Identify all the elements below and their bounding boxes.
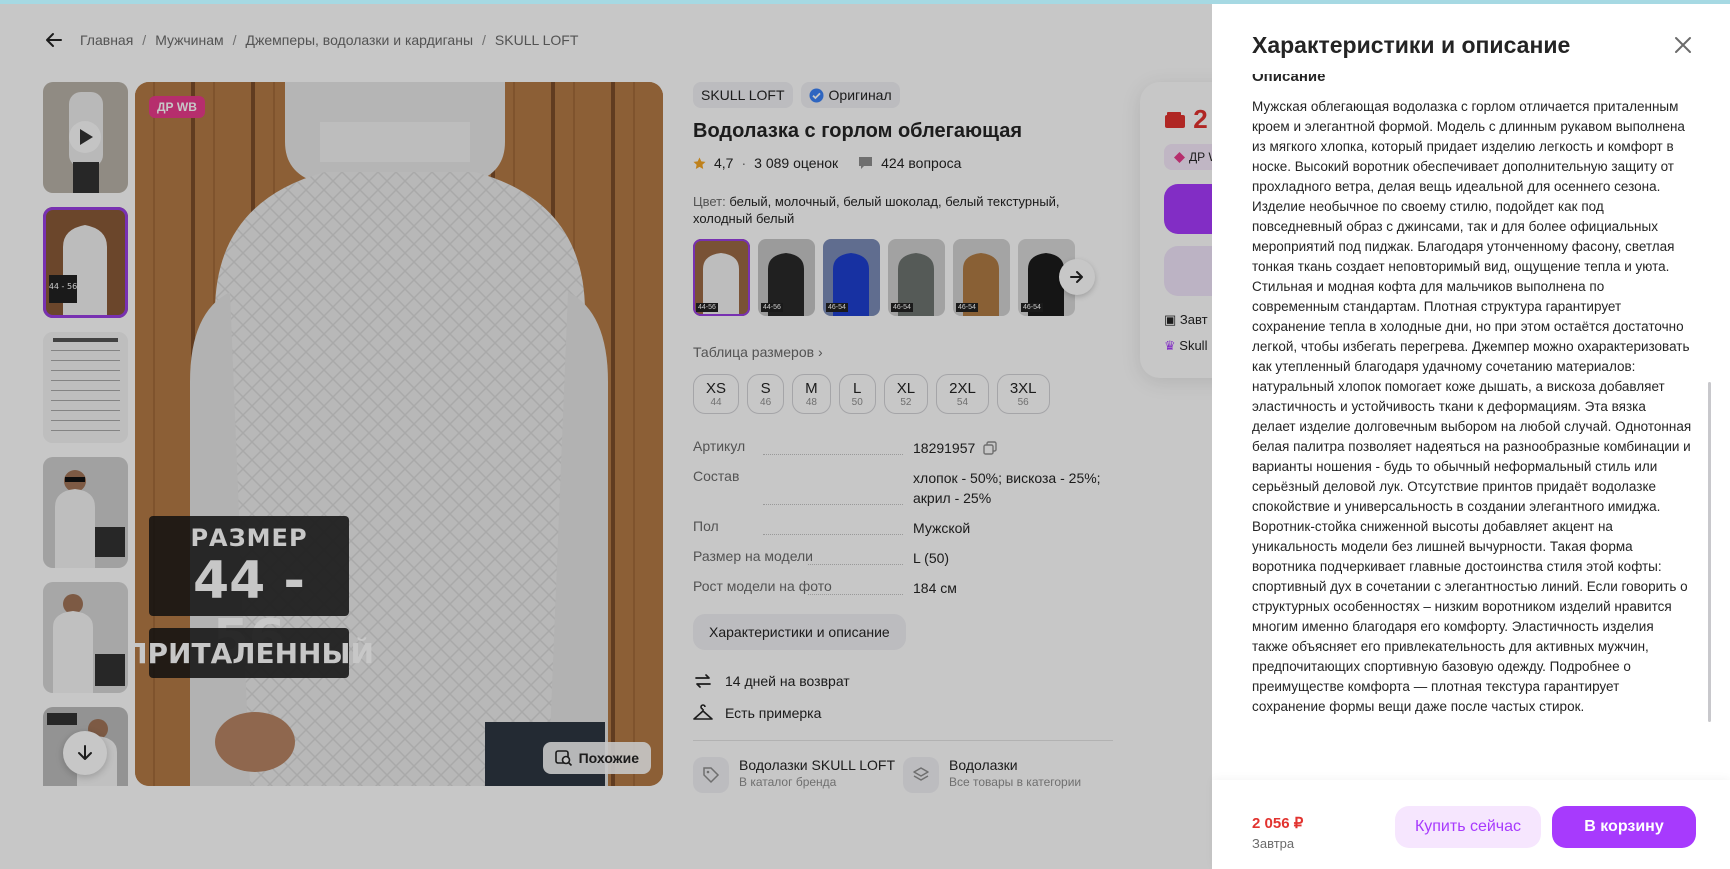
panel-title: Характеристики и описание <box>1252 32 1571 58</box>
add-to-cart-button[interactable]: В корзину <box>1552 806 1696 848</box>
description-text: Мужская облегающая водолазка с горлом от… <box>1252 99 1692 714</box>
modal-backdrop[interactable] <box>0 4 1212 869</box>
footer-delivery: Завтра <box>1252 836 1295 851</box>
panel-scroll-area[interactable]: Описание Мужская облегающая водолазка с … <box>1252 74 1692 784</box>
panel-footer: 2 056 ₽ Завтра Купить сейчас В корзину <box>1212 780 1730 869</box>
buy-now-button[interactable]: Купить сейчас <box>1395 806 1541 848</box>
panel-scrollbar[interactable] <box>1708 382 1711 722</box>
description-side-panel: Характеристики и описание Описание Мужск… <box>1212 4 1730 869</box>
description-heading: Описание <box>1252 74 1326 85</box>
footer-price: 2 056 ₽ <box>1252 815 1304 832</box>
close-icon[interactable] <box>1672 34 1696 58</box>
